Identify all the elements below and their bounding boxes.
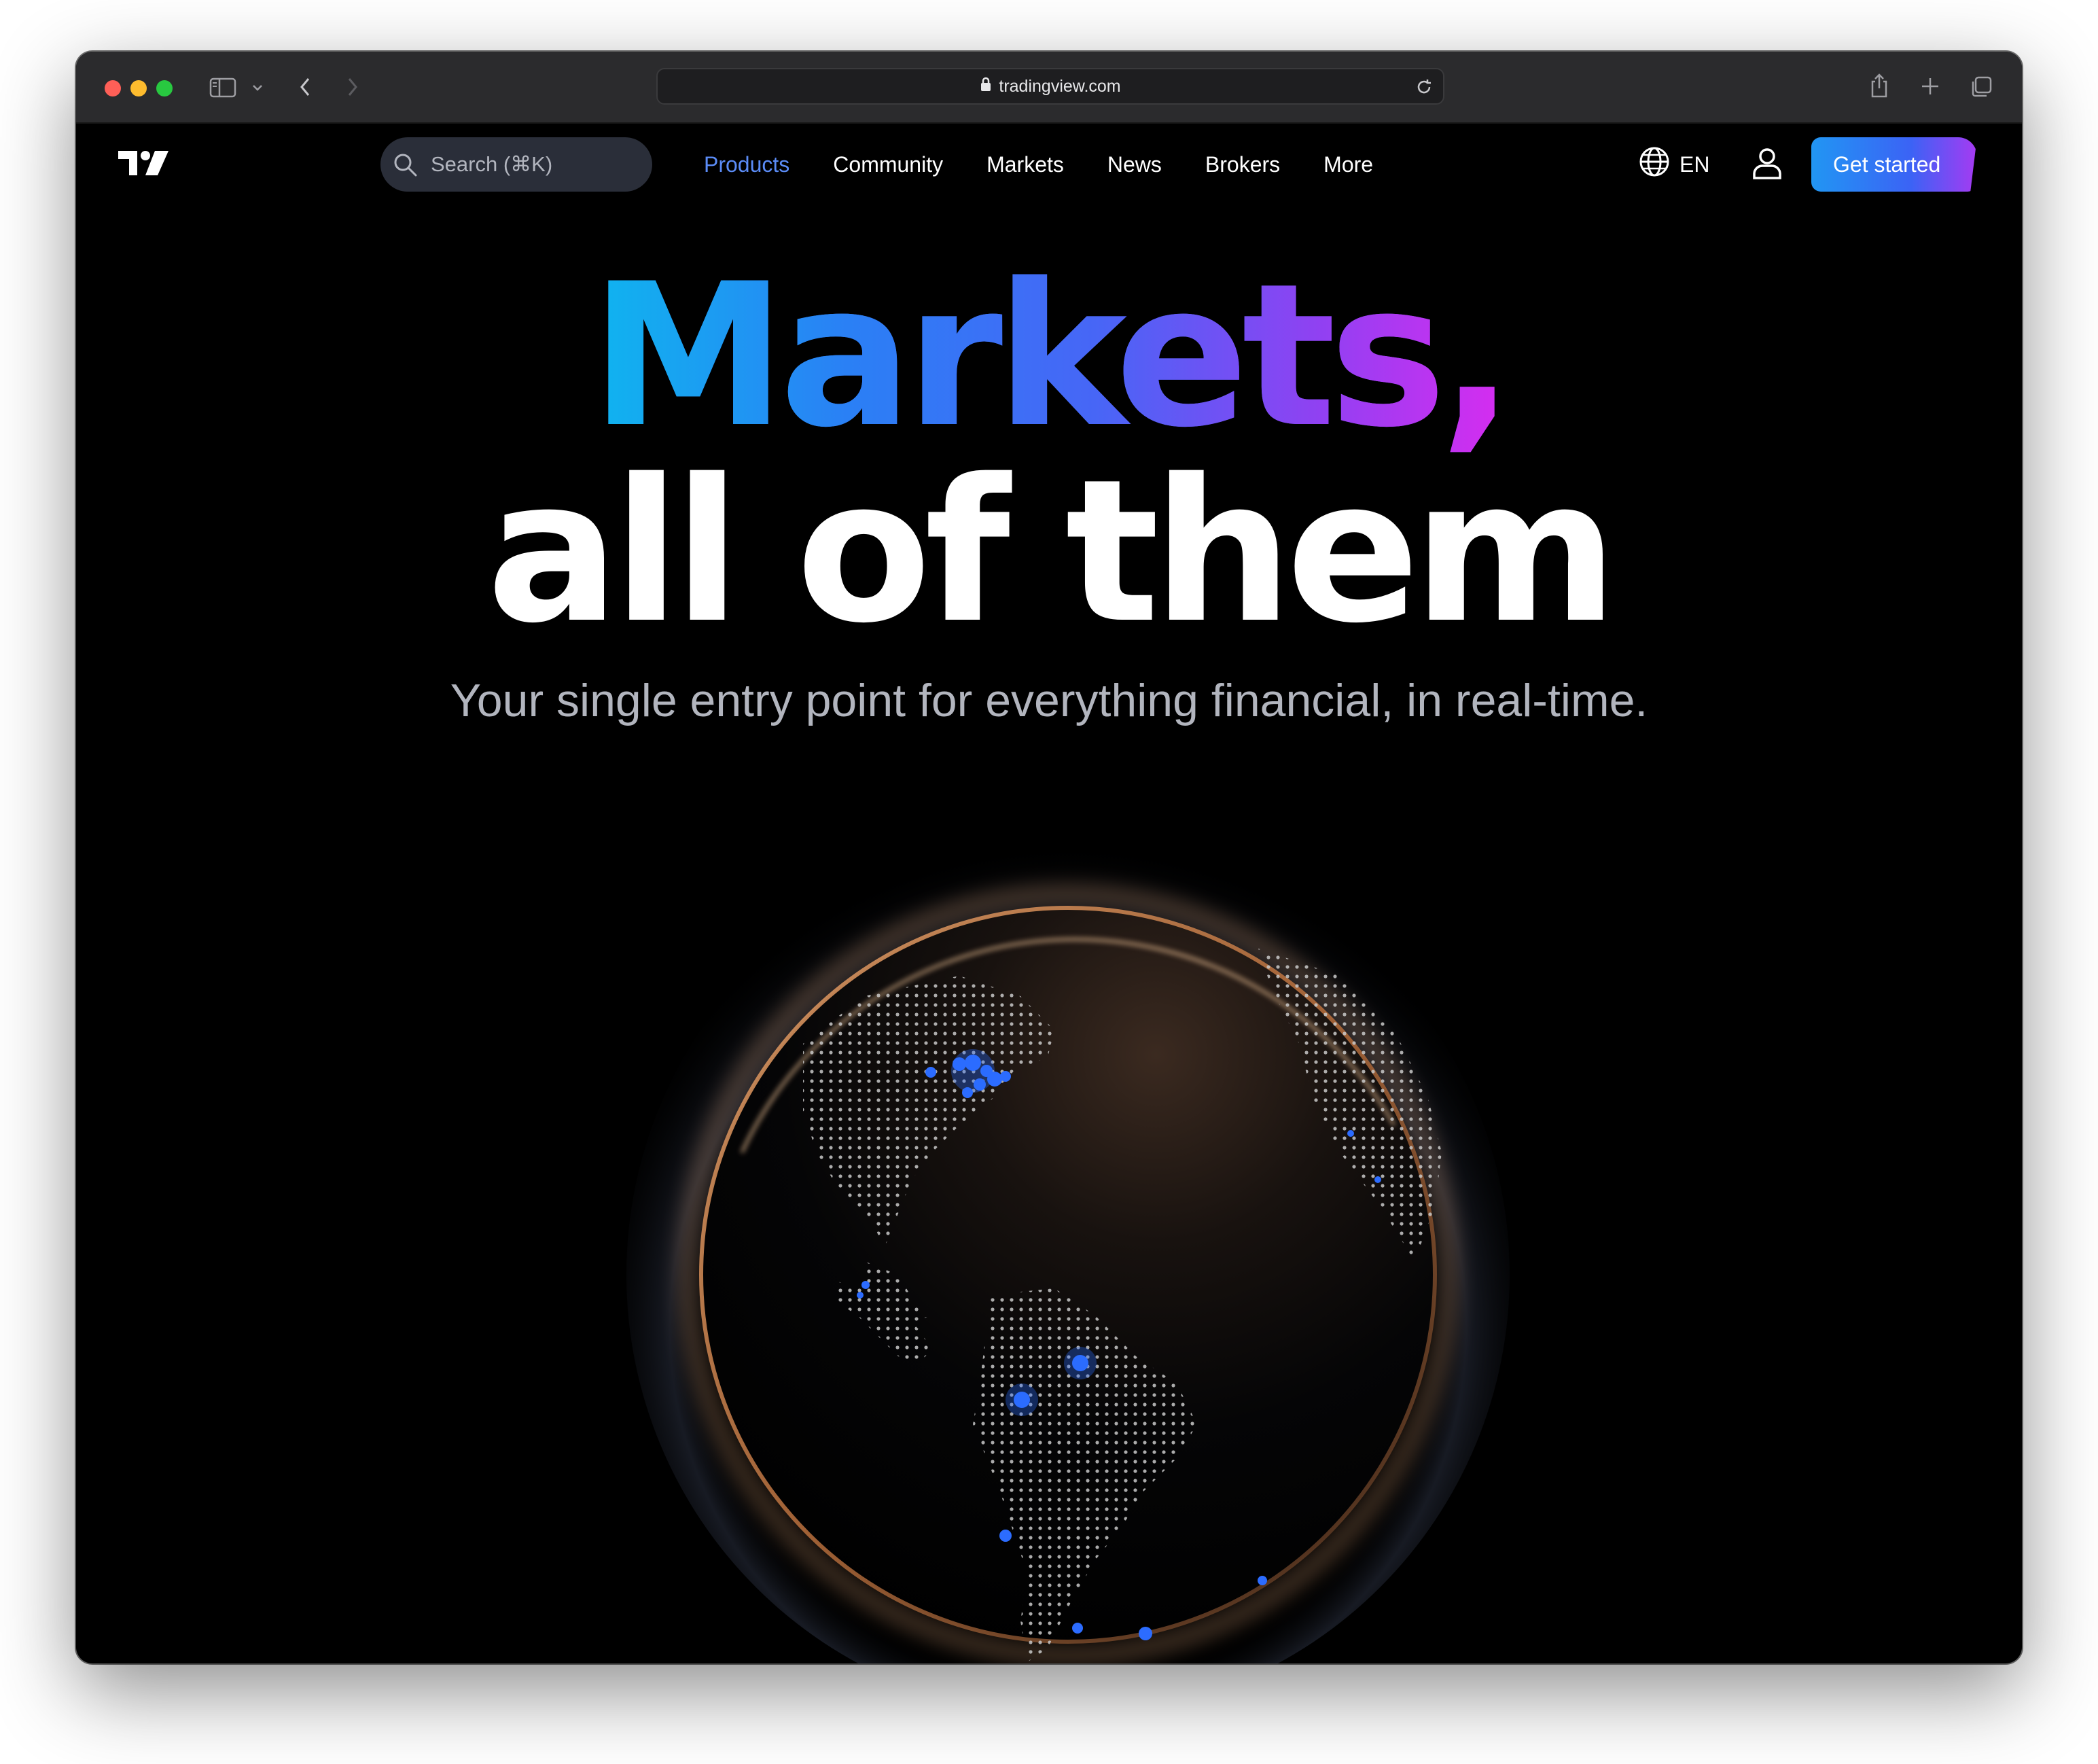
hero-subtitle: Your single entry point for everything f… [450,675,1648,726]
language-label: EN [1679,152,1710,177]
sidebar-icon[interactable] [209,77,236,98]
hero-title-line1: Markets, [76,245,2022,469]
nav-products[interactable]: Products [682,137,811,192]
browser-toolbar: tradingview.com [76,52,2022,124]
address-bar[interactable]: tradingview.com [656,68,1444,105]
language-selector[interactable]: EN [1639,137,1709,192]
nav-more[interactable]: More [1302,137,1395,192]
site-header: Search (⌘K) Products Community Markets N… [76,122,2022,211]
zoom-window-button[interactable] [156,80,173,96]
search-icon [393,152,419,181]
search-placeholder: Search (⌘K) [431,152,553,176]
globe-illustration [579,772,1557,1663]
nav-news[interactable]: News [1086,137,1184,192]
user-icon[interactable] [1752,147,1783,184]
main-menu: Products Community Markets News Brokers … [682,137,1395,192]
lock-icon [980,76,992,97]
get-started-button[interactable]: Get started [1811,137,1977,192]
tabs-icon[interactable] [1969,75,1993,99]
back-icon[interactable] [298,76,313,98]
search-input[interactable]: Search (⌘K) [380,137,652,192]
nav-community[interactable]: Community [811,137,965,192]
forward-icon[interactable] [345,76,360,98]
globe-icon [1639,146,1670,183]
nav-brokers[interactable]: Brokers [1184,137,1302,192]
plus-icon[interactable] [1920,76,1940,96]
share-icon[interactable] [1868,72,1890,99]
minimize-window-button[interactable] [130,80,147,96]
chevron-down-icon[interactable] [251,83,264,92]
nav-markets[interactable]: Markets [965,137,1086,192]
url-text: tradingview.com [999,76,1121,96]
hero-title-line2: all of them [486,438,1618,667]
tradingview-logo-icon[interactable] [118,151,168,180]
close-window-button[interactable] [105,80,121,96]
browser-window: tradingview.com Search (⌘K) Products Com… [76,52,2022,1663]
reload-icon[interactable] [1415,77,1434,100]
